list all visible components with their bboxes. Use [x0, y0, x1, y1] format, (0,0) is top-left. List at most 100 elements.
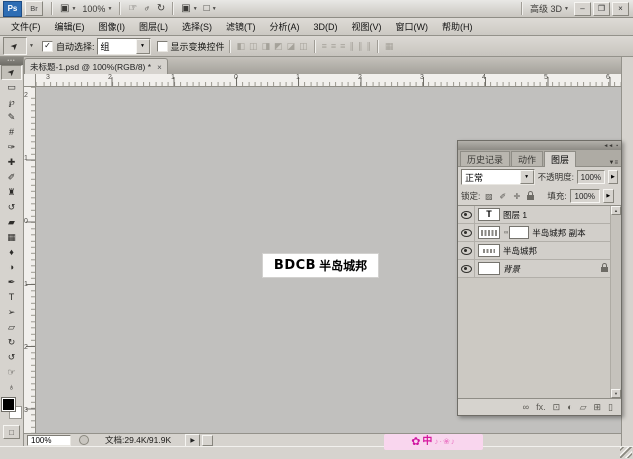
menu-edit[interactable]: 编辑(E) — [48, 18, 92, 35]
launch-bridge-button[interactable]: Br — [25, 1, 43, 16]
tab-close-icon[interactable]: × — [157, 63, 162, 72]
shape-tool[interactable]: ▱ — [1, 320, 22, 335]
align-button-0[interactable]: ◧ — [237, 41, 246, 52]
ruler-corner[interactable] — [23, 74, 36, 87]
lock-image-button[interactable]: ✐ — [497, 190, 508, 202]
move-tool[interactable]: ➤ — [1, 65, 22, 80]
vertical-ruler[interactable]: 210123 — [23, 87, 36, 433]
layer-row[interactable]: 半岛城邦 — [458, 242, 621, 260]
align-button-2[interactable]: ◨ — [262, 41, 271, 52]
layer-thumbnail[interactable] — [478, 244, 500, 257]
blend-mode-dropdown[interactable]: 正常 ▼ — [461, 169, 535, 185]
layer-mask-thumbnail[interactable] — [509, 226, 529, 239]
menu-image[interactable]: 图像(I) — [92, 18, 133, 35]
panel-tab-history[interactable]: 历史记录 — [460, 151, 510, 166]
healing-brush-tool[interactable]: ✚ — [1, 155, 22, 170]
menu-filter[interactable]: 滤镜(T) — [219, 18, 263, 35]
align-button-4[interactable]: ◪ — [287, 41, 296, 52]
auto-select-dropdown[interactable]: 组 ▼ — [97, 38, 151, 55]
panel-menu-icon[interactable]: ▼≡ — [609, 160, 618, 166]
status-info-arrow[interactable]: ▶ — [185, 434, 200, 447]
minimize-button[interactable]: – — [574, 2, 591, 16]
hand-tool-button[interactable]: ☞ — [125, 2, 140, 16]
delete-layer-button[interactable]: ▯ — [608, 403, 613, 412]
visibility-toggle[interactable] — [458, 242, 475, 259]
layer-thumbnail[interactable] — [478, 262, 500, 275]
panel-header[interactable]: ◄◄ ▪ — [458, 141, 621, 150]
align-button-5[interactable]: ◫ — [299, 41, 308, 52]
new-adjustment-layer-button[interactable]: ◐ — [567, 403, 572, 412]
layer-row[interactable]: ∞ 半岛城邦 副本 — [458, 224, 621, 242]
workspace-switcher[interactable]: 高级 3D ▼ — [527, 2, 572, 16]
eraser-tool[interactable]: ▰ — [1, 215, 22, 230]
brush-tool[interactable]: ✐ — [1, 170, 22, 185]
zoom-tool-button[interactable]: ♁ — [140, 2, 154, 16]
eyedropper-tool[interactable]: ✑ — [1, 140, 22, 155]
distribute-button-1[interactable]: ≡ — [331, 41, 336, 51]
screen-mode-button[interactable]: □ ▼ — [201, 2, 220, 16]
auto-select-checkbox[interactable]: ✓ — [42, 41, 53, 52]
history-brush-tool[interactable]: ↺ — [1, 200, 22, 215]
gradient-tool[interactable]: ▦ — [1, 230, 22, 245]
dodge-tool[interactable]: ◑ — [1, 260, 22, 275]
align-button-3[interactable]: ◩ — [274, 41, 283, 52]
rotate-view-button[interactable]: ↻ — [154, 2, 168, 16]
rectangular-marquee-tool[interactable]: ▭ — [1, 80, 22, 95]
distribute-button-5[interactable]: ∥ — [366, 41, 371, 52]
menu-help[interactable]: 帮助(H) — [435, 18, 480, 35]
quick-mask-button[interactable]: □ — [3, 425, 20, 439]
menu-analysis[interactable]: 分析(A) — [263, 18, 307, 35]
fill-arrow-icon[interactable]: ▶ — [603, 189, 614, 203]
add-layer-mask-button[interactable]: ⊡ — [553, 403, 561, 412]
layer-thumbnail[interactable]: T — [478, 208, 500, 221]
menu-3d[interactable]: 3D(D) — [307, 20, 345, 34]
collapse-panels-icon[interactable]: ◄◄ — [603, 143, 613, 149]
clone-stamp-tool[interactable]: ♜ — [1, 185, 22, 200]
layer-name[interactable]: 半岛城邦 副本 — [532, 227, 585, 239]
menu-layer[interactable]: 图层(L) — [132, 18, 175, 35]
path-selection-tool[interactable]: ➢ — [1, 305, 22, 320]
foreground-color-swatch[interactable] — [2, 398, 15, 411]
menu-file[interactable]: 文件(F) — [4, 18, 48, 35]
panel-tab-layers[interactable]: 图层 — [544, 151, 576, 167]
visibility-toggle[interactable] — [458, 206, 475, 223]
menu-view[interactable]: 视图(V) — [345, 18, 389, 35]
align-button-1[interactable]: ◫ — [249, 41, 258, 52]
scroll-up-icon[interactable]: ▲ — [611, 206, 621, 215]
close-button[interactable]: × — [612, 2, 629, 16]
zoom-level-control[interactable]: 100% ▼ — [79, 2, 115, 16]
opacity-value[interactable]: 100% — [577, 170, 605, 184]
arrange-documents-button[interactable]: ▣ ▼ — [178, 2, 200, 16]
layer-name[interactable]: 图层 1 — [503, 209, 527, 221]
distribute-button-2[interactable]: ≡ — [340, 41, 345, 51]
pen-tool[interactable]: ✒ — [1, 275, 22, 290]
show-transform-checkbox[interactable] — [157, 41, 168, 52]
distribute-button-3[interactable]: ∥ — [349, 41, 354, 52]
layer-style-button[interactable]: fx. — [536, 403, 546, 412]
3d-rotate-tool[interactable]: ↻ — [1, 335, 22, 350]
menu-select[interactable]: 选择(S) — [175, 18, 219, 35]
auto-align-layers-button[interactable]: ▦ — [385, 41, 394, 52]
tool-preset-dropdown[interactable]: ▼ — [27, 38, 36, 54]
panel-tab-actions[interactable]: 动作 — [511, 151, 543, 166]
layer-name[interactable]: 背景 — [503, 263, 520, 275]
horizontal-ruler[interactable]: 3210123456 — [36, 74, 621, 87]
fill-value[interactable]: 100% — [570, 189, 600, 203]
zoom-tool[interactable]: ♁ — [1, 380, 22, 395]
view-extras-button[interactable]: ▣ ▼ — [57, 2, 79, 16]
lock-all-button[interactable] — [525, 190, 536, 202]
blur-tool[interactable]: ♦ — [1, 245, 22, 260]
distribute-button-0[interactable]: ≡ — [322, 41, 327, 51]
visibility-toggle[interactable] — [458, 224, 475, 241]
lock-position-button[interactable]: ✛ — [511, 190, 522, 202]
new-group-button[interactable]: ▱ — [580, 403, 587, 412]
3d-orbit-tool[interactable]: ↺ — [1, 350, 22, 365]
new-layer-button[interactable]: ⊞ — [594, 403, 602, 412]
toolbox-grip[interactable]: ••• — [0, 57, 23, 65]
layer-name[interactable]: 半岛城邦 — [503, 245, 537, 257]
visibility-toggle[interactable] — [458, 260, 475, 277]
document-tab[interactable]: 未标题-1.psd @ 100%(RGB/8) * × — [24, 58, 168, 75]
hand-tool[interactable]: ☞ — [1, 365, 22, 380]
status-zoom-input[interactable]: 100% — [27, 435, 71, 446]
layers-scrollbar[interactable]: ▲ ▼ — [610, 206, 621, 398]
